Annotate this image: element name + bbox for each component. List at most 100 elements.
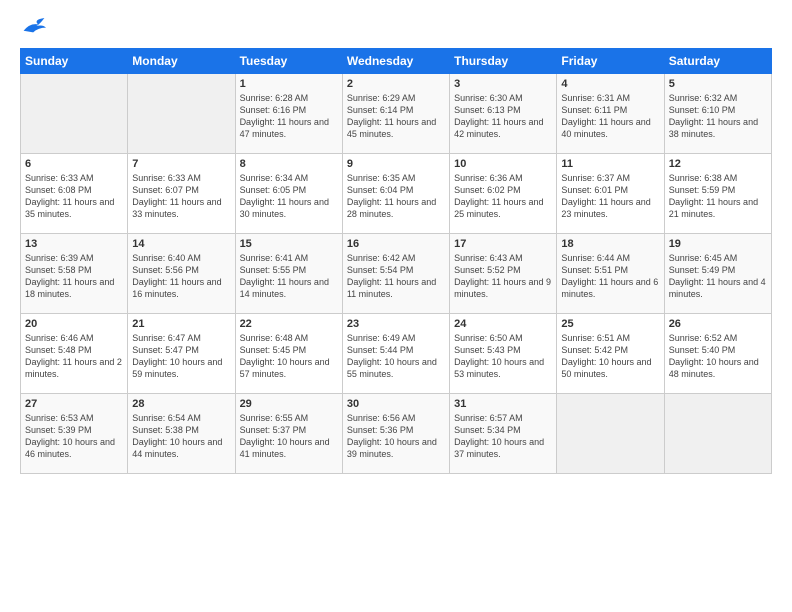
- weekday-header: Monday: [128, 49, 235, 74]
- calendar-cell: 6 Sunrise: 6:33 AM Sunset: 6:08 PM Daylig…: [21, 154, 128, 234]
- day-number: 8: [240, 158, 338, 170]
- weekday-header: Tuesday: [235, 49, 342, 74]
- day-number: 25: [561, 318, 659, 330]
- calendar-cell: 31 Sunrise: 6:57 AM Sunset: 5:34 PM Dayli…: [450, 394, 557, 474]
- day-info: Sunrise: 6:39 AM Sunset: 5:58 PM Dayligh…: [25, 252, 123, 301]
- day-number: 17: [454, 238, 552, 250]
- day-number: 2: [347, 78, 445, 90]
- day-number: 26: [669, 318, 767, 330]
- day-info: Sunrise: 6:35 AM Sunset: 6:04 PM Dayligh…: [347, 172, 445, 221]
- calendar-cell: 11Sunrise: 6:37 AM Sunset: 6:01 PM Dayli…: [557, 154, 664, 234]
- header: [20, 16, 772, 38]
- day-number: 14: [132, 238, 230, 250]
- day-info: Sunrise: 6:29 AM Sunset: 6:14 PM Dayligh…: [347, 92, 445, 141]
- weekday-header: Wednesday: [342, 49, 449, 74]
- calendar-cell: 27 Sunrise: 6:53 AM Sunset: 5:39 PM Dayli…: [21, 394, 128, 474]
- logo: [20, 16, 46, 38]
- calendar-cell: 23 Sunrise: 6:49 AM Sunset: 5:44 PM Dayli…: [342, 314, 449, 394]
- calendar-cell: 19 Sunrise: 6:45 AM Sunset: 5:49 PM Dayli…: [664, 234, 771, 314]
- day-number: 11: [561, 158, 659, 170]
- calendar-cell: 24 Sunrise: 6:50 AM Sunset: 5:43 PM Dayli…: [450, 314, 557, 394]
- day-info: Sunrise: 6:56 AM Sunset: 5:36 PM Dayligh…: [347, 412, 445, 461]
- weekday-header: Saturday: [664, 49, 771, 74]
- calendar-cell: 5Sunrise: 6:32 AM Sunset: 6:10 PM Daylig…: [664, 74, 771, 154]
- weekday-header: Thursday: [450, 49, 557, 74]
- calendar-cell: 18Sunrise: 6:44 AM Sunset: 5:51 PM Dayli…: [557, 234, 664, 314]
- calendar-cell: 28Sunrise: 6:54 AM Sunset: 5:38 PM Dayli…: [128, 394, 235, 474]
- calendar-cell: 7 Sunrise: 6:33 AM Sunset: 6:07 PM Daylig…: [128, 154, 235, 234]
- day-number: 24: [454, 318, 552, 330]
- day-info: Sunrise: 6:51 AM Sunset: 5:42 PM Dayligh…: [561, 332, 659, 381]
- day-number: 15: [240, 238, 338, 250]
- calendar-cell: 15 Sunrise: 6:41 AM Sunset: 5:55 PM Dayli…: [235, 234, 342, 314]
- day-number: 6: [25, 158, 123, 170]
- calendar-cell: 9 Sunrise: 6:35 AM Sunset: 6:04 PM Daylig…: [342, 154, 449, 234]
- day-info: Sunrise: 6:33 AM Sunset: 6:08 PM Dayligh…: [25, 172, 123, 221]
- day-info: Sunrise: 6:44 AM Sunset: 5:51 PM Dayligh…: [561, 252, 659, 301]
- day-number: 30: [347, 398, 445, 410]
- day-number: 3: [454, 78, 552, 90]
- calendar-cell: 16 Sunrise: 6:42 AM Sunset: 5:54 PM Dayli…: [342, 234, 449, 314]
- calendar-cell: 22 Sunrise: 6:48 AM Sunset: 5:45 PM Dayli…: [235, 314, 342, 394]
- day-number: 9: [347, 158, 445, 170]
- day-number: 1: [240, 78, 338, 90]
- calendar-cell: 4 Sunrise: 6:31 AM Sunset: 6:11 PM Daylig…: [557, 74, 664, 154]
- calendar-cell: 13 Sunrise: 6:39 AM Sunset: 5:58 PM Dayli…: [21, 234, 128, 314]
- day-info: Sunrise: 6:30 AM Sunset: 6:13 PM Dayligh…: [454, 92, 552, 141]
- day-info: Sunrise: 6:48 AM Sunset: 5:45 PM Dayligh…: [240, 332, 338, 381]
- day-info: Sunrise: 6:41 AM Sunset: 5:55 PM Dayligh…: [240, 252, 338, 301]
- calendar-cell: 26 Sunrise: 6:52 AM Sunset: 5:40 PM Dayli…: [664, 314, 771, 394]
- day-info: Sunrise: 6:36 AM Sunset: 6:02 PM Dayligh…: [454, 172, 552, 221]
- calendar-cell: 12 Sunrise: 6:38 AM Sunset: 5:59 PM Dayli…: [664, 154, 771, 234]
- day-number: 21: [132, 318, 230, 330]
- day-info: Sunrise: 6:47 AM Sunset: 5:47 PM Dayligh…: [132, 332, 230, 381]
- weekday-header: Sunday: [21, 49, 128, 74]
- day-number: 27: [25, 398, 123, 410]
- page: SundayMondayTuesdayWednesdayThursdayFrid…: [0, 0, 792, 612]
- calendar-cell: 1 Sunrise: 6:28 AM Sunset: 6:16 PM Daylig…: [235, 74, 342, 154]
- day-info: Sunrise: 6:42 AM Sunset: 5:54 PM Dayligh…: [347, 252, 445, 301]
- day-number: 22: [240, 318, 338, 330]
- day-number: 19: [669, 238, 767, 250]
- calendar-cell: [557, 394, 664, 474]
- calendar-cell: [664, 394, 771, 474]
- calendar-cell: 29Sunrise: 6:55 AM Sunset: 5:37 PM Dayli…: [235, 394, 342, 474]
- calendar-cell: 2 Sunrise: 6:29 AM Sunset: 6:14 PM Daylig…: [342, 74, 449, 154]
- calendar-cell: 14Sunrise: 6:40 AM Sunset: 5:56 PM Dayli…: [128, 234, 235, 314]
- day-info: Sunrise: 6:52 AM Sunset: 5:40 PM Dayligh…: [669, 332, 767, 381]
- day-number: 10: [454, 158, 552, 170]
- day-number: 20: [25, 318, 123, 330]
- day-info: Sunrise: 6:54 AM Sunset: 5:38 PM Dayligh…: [132, 412, 230, 461]
- calendar-cell: 21 Sunrise: 6:47 AM Sunset: 5:47 PM Dayli…: [128, 314, 235, 394]
- day-number: 23: [347, 318, 445, 330]
- day-number: 16: [347, 238, 445, 250]
- day-number: 31: [454, 398, 552, 410]
- calendar-cell: 25 Sunrise: 6:51 AM Sunset: 5:42 PM Dayli…: [557, 314, 664, 394]
- day-number: 13: [25, 238, 123, 250]
- calendar-cell: 10 Sunrise: 6:36 AM Sunset: 6:02 PM Dayli…: [450, 154, 557, 234]
- weekday-header: Friday: [557, 49, 664, 74]
- day-info: Sunrise: 6:57 AM Sunset: 5:34 PM Dayligh…: [454, 412, 552, 461]
- day-info: Sunrise: 6:33 AM Sunset: 6:07 PM Dayligh…: [132, 172, 230, 221]
- day-info: Sunrise: 6:43 AM Sunset: 5:52 PM Dayligh…: [454, 252, 552, 301]
- calendar-cell: 30 Sunrise: 6:56 AM Sunset: 5:36 PM Dayli…: [342, 394, 449, 474]
- day-number: 4: [561, 78, 659, 90]
- calendar-cell: 3 Sunrise: 6:30 AM Sunset: 6:13 PM Daylig…: [450, 74, 557, 154]
- calendar-cell: 8Sunrise: 6:34 AM Sunset: 6:05 PM Daylig…: [235, 154, 342, 234]
- calendar-cell: 17 Sunrise: 6:43 AM Sunset: 5:52 PM Dayli…: [450, 234, 557, 314]
- calendar-cell: [21, 74, 128, 154]
- day-info: Sunrise: 6:38 AM Sunset: 5:59 PM Dayligh…: [669, 172, 767, 221]
- day-info: Sunrise: 6:53 AM Sunset: 5:39 PM Dayligh…: [25, 412, 123, 461]
- day-info: Sunrise: 6:45 AM Sunset: 5:49 PM Dayligh…: [669, 252, 767, 301]
- day-number: 12: [669, 158, 767, 170]
- day-number: 7: [132, 158, 230, 170]
- day-info: Sunrise: 6:46 AM Sunset: 5:48 PM Dayligh…: [25, 332, 123, 381]
- day-number: 29: [240, 398, 338, 410]
- calendar-cell: 20 Sunrise: 6:46 AM Sunset: 5:48 PM Dayli…: [21, 314, 128, 394]
- day-info: Sunrise: 6:28 AM Sunset: 6:16 PM Dayligh…: [240, 92, 338, 141]
- day-number: 5: [669, 78, 767, 90]
- day-info: Sunrise: 6:31 AM Sunset: 6:11 PM Dayligh…: [561, 92, 659, 141]
- day-info: Sunrise: 6:49 AM Sunset: 5:44 PM Dayligh…: [347, 332, 445, 381]
- calendar-table: SundayMondayTuesdayWednesdayThursdayFrid…: [20, 48, 772, 474]
- day-info: Sunrise: 6:50 AM Sunset: 5:43 PM Dayligh…: [454, 332, 552, 381]
